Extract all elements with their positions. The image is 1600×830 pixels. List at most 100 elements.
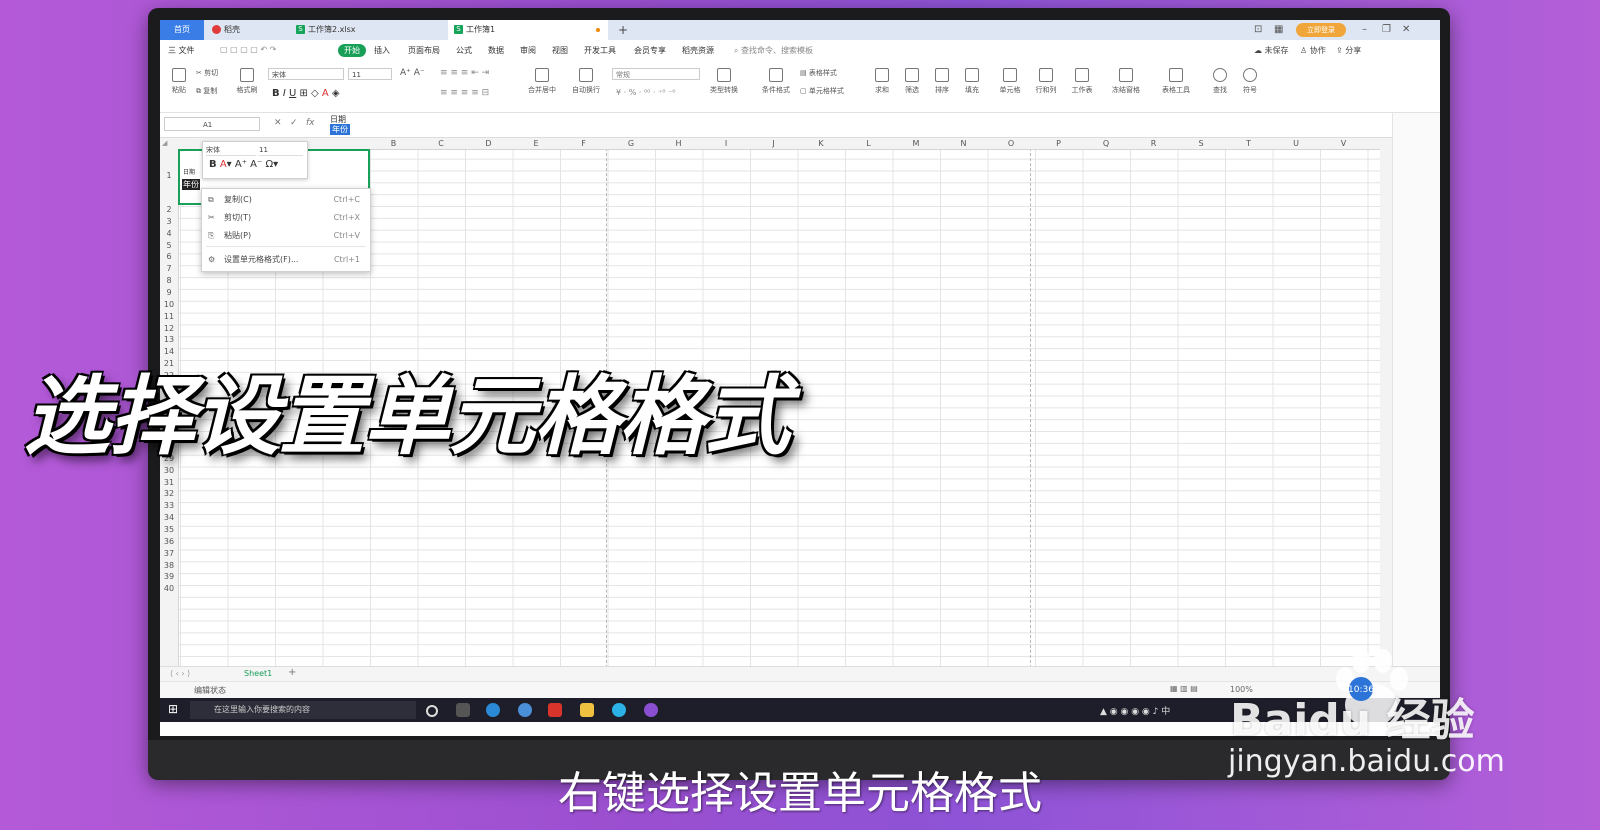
table-tools-button[interactable]: 表格工具 — [1156, 68, 1196, 95]
column-header[interactable]: U — [1273, 138, 1320, 149]
row-header[interactable]: 40 — [160, 584, 178, 593]
context-menu-format-cells[interactable]: ⚙ 设置单元格格式(F)... Ctrl+1 — [202, 251, 370, 269]
menu-dev-tools[interactable]: 开发工具 — [584, 45, 616, 56]
row-header[interactable]: 4 — [160, 229, 178, 238]
folder-icon[interactable] — [580, 703, 594, 717]
cancel-icon[interactable]: ✕ — [274, 118, 282, 128]
column-header[interactable]: S — [1178, 138, 1225, 149]
column-header[interactable]: J — [750, 138, 797, 149]
column-header[interactable]: M — [893, 138, 940, 149]
name-box[interactable]: A1 — [164, 117, 260, 131]
number-format-select[interactable]: 常规 — [612, 68, 700, 80]
row-header[interactable]: 7 — [160, 264, 178, 273]
row-header[interactable]: 39 — [160, 572, 178, 581]
menu-start[interactable]: 开始 — [338, 44, 366, 57]
row-header[interactable]: 6 — [160, 252, 178, 261]
column-header[interactable]: H — [655, 138, 702, 149]
login-button[interactable]: 立即登录 — [1296, 23, 1346, 37]
find-button[interactable]: 查找 — [1206, 68, 1234, 95]
menu-page-layout[interactable]: 页面布局 — [408, 45, 440, 56]
row-header[interactable]: 34 — [160, 513, 178, 522]
taskbar-search[interactable]: 在这里输入你要搜索的内容 — [190, 701, 416, 719]
format-painter-button[interactable]: 格式刷 — [232, 68, 262, 95]
unsaved-button[interactable]: ☁ 未保存 — [1254, 45, 1289, 56]
tab-workbook1[interactable]: S 工作簿1 — [448, 20, 608, 40]
menu-docer-resources[interactable]: 稻壳资源 — [682, 45, 714, 56]
row-header[interactable]: 31 — [160, 478, 178, 487]
column-header[interactable]: F — [560, 138, 607, 149]
merge-center-button[interactable]: 合并居中 — [522, 68, 562, 95]
align-icons-bottom[interactable]: ≡ ≡ ≡ ≡ ⊟ — [440, 88, 489, 98]
column-header[interactable]: E — [513, 138, 560, 149]
align-icons-top[interactable]: ≡ ≡ ≡ ⇤ ⇥ — [440, 68, 489, 78]
table-style-button[interactable]: ▤ 表格样式 — [800, 68, 837, 78]
column-header[interactable]: L — [845, 138, 892, 149]
column-header[interactable]: I — [703, 138, 750, 149]
row-col-button[interactable]: 行和列 — [1030, 68, 1062, 95]
row-header[interactable]: 1 — [160, 171, 178, 180]
layout-icon[interactable]: ⊡ — [1254, 20, 1262, 40]
row-header[interactable]: 32 — [160, 489, 178, 498]
row-header[interactable]: 11 — [160, 312, 178, 321]
conditional-format-button[interactable]: 条件格式 — [756, 68, 796, 95]
column-header[interactable]: R — [1130, 138, 1177, 149]
context-menu-cut[interactable]: ✂ 剪切(T) Ctrl+X — [202, 209, 370, 227]
row-header[interactable]: 33 — [160, 501, 178, 510]
mini-font-select[interactable]: 宋体 — [206, 145, 256, 156]
cut-button[interactable]: ✂ 剪切 — [196, 68, 218, 78]
column-header[interactable]: G — [608, 138, 655, 149]
copy-button[interactable]: ⧉ 复制 — [196, 86, 217, 96]
mini-size-select[interactable]: 11 — [259, 145, 303, 156]
sum-button[interactable]: 求和 — [868, 68, 896, 95]
cell-button[interactable]: 单元格 — [994, 68, 1026, 95]
grid-apps-icon[interactable]: ▦ — [1274, 20, 1283, 40]
sort-button[interactable]: 排序 — [928, 68, 956, 95]
type-convert-button[interactable]: 类型转换 — [704, 68, 744, 95]
column-header[interactable]: P — [1035, 138, 1082, 149]
app-icon[interactable] — [644, 703, 658, 717]
select-all-corner[interactable]: ◢ — [162, 138, 167, 149]
formula-line-2[interactable]: 年份 — [330, 124, 350, 135]
confirm-icon[interactable]: ✓ — [290, 118, 298, 128]
cortana-icon[interactable] — [426, 705, 438, 717]
windows-start-icon[interactable]: ⊞ — [168, 702, 178, 716]
font-style-icons[interactable]: B I U ⊞ ◇ A ◈ — [272, 88, 340, 99]
edge-icon[interactable] — [486, 703, 500, 717]
minimize-icon[interactable]: – — [1362, 20, 1367, 40]
context-menu-copy[interactable]: ⧉ 复制(C) Ctrl+C — [202, 191, 370, 209]
column-header[interactable]: T — [1225, 138, 1272, 149]
menu-insert[interactable]: 插入 — [374, 45, 390, 56]
cell-style-button[interactable]: ▢ 单元格样式 — [800, 86, 844, 96]
row-header[interactable]: 37 — [160, 549, 178, 558]
font-name-select[interactable]: 宋体 — [268, 68, 344, 80]
wrap-text-button[interactable]: 自动换行 — [566, 68, 606, 95]
freeze-panes-button[interactable]: 冻结窗格 — [1106, 68, 1146, 95]
collab-button[interactable]: ♙ 协作 — [1300, 45, 1326, 56]
number-format-icons[interactable]: ¥ · % · ⁰⁰ · ⁺⁰ ⁻⁰ — [616, 88, 675, 97]
tab-docer[interactable]: 稻壳 — [206, 20, 288, 40]
worksheet-button[interactable]: 工作表 — [1066, 68, 1098, 95]
sheet-nav-icons[interactable]: ⟨ ‹ › ⟩ — [170, 669, 190, 678]
close-icon[interactable]: ✕ — [1402, 20, 1410, 40]
column-header[interactable]: B — [370, 138, 417, 149]
row-header[interactable]: 8 — [160, 276, 178, 285]
menu-data[interactable]: 数据 — [488, 45, 504, 56]
column-header[interactable]: D — [465, 138, 512, 149]
row-header[interactable]: 5 — [160, 241, 178, 250]
row-header[interactable]: 35 — [160, 525, 178, 534]
task-view-icon[interactable] — [456, 703, 470, 717]
column-header[interactable]: Q — [1083, 138, 1130, 149]
vertical-scrollbar[interactable] — [1380, 138, 1392, 678]
row-header[interactable]: 9 — [160, 288, 178, 297]
tray-icons[interactable]: ▲ ◉ ◉ ◉ ◉ ♪ 中 — [1100, 704, 1170, 717]
fx-icon[interactable]: fx — [306, 118, 315, 128]
add-sheet-icon[interactable]: + — [288, 667, 296, 678]
row-header[interactable]: 13 — [160, 335, 178, 344]
share-button[interactable]: ⇪ 分享 — [1336, 45, 1361, 56]
wps-icon[interactable] — [548, 703, 562, 717]
row-header[interactable]: 36 — [160, 537, 178, 546]
row-header[interactable]: 2 — [160, 205, 178, 214]
column-header[interactable]: K — [798, 138, 845, 149]
font-size-select[interactable]: 11 — [348, 68, 392, 80]
menu-review[interactable]: 审阅 — [520, 45, 536, 56]
